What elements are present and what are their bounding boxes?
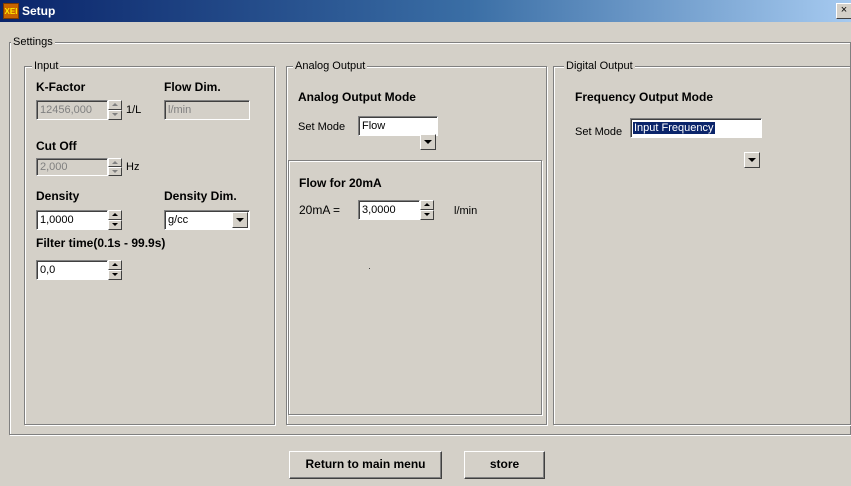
window-title: Setup — [22, 4, 56, 18]
chevron-down-icon[interactable] — [232, 212, 248, 228]
cut-off-input[interactable]: 2,000 — [36, 158, 108, 176]
k-factor-unit: 1/L — [126, 104, 142, 116]
spin-up-icon[interactable] — [420, 200, 434, 210]
spin-up-icon[interactable] — [108, 210, 122, 220]
ma-spinner[interactable] — [420, 200, 434, 220]
close-icon: × — [840, 4, 848, 16]
analog-set-mode-select[interactable]: Flow — [358, 116, 438, 136]
title-bar[interactable] — [0, 0, 851, 22]
ma-label: 20mA = — [299, 203, 341, 217]
k-factor-label: K-Factor — [36, 80, 86, 94]
analog-mode-title: Analog Output Mode — [298, 90, 416, 104]
digital-set-mode-select[interactable]: Input Frequency — [630, 118, 762, 138]
k-factor-spinner[interactable] — [108, 100, 122, 120]
cut-off-label: Cut Off — [36, 139, 77, 153]
flow-dim-label: Flow Dim. — [164, 80, 221, 94]
digital-output-legend: Digital Output — [564, 60, 635, 72]
spin-down-icon[interactable] — [420, 210, 434, 220]
cut-off-unit: Hz — [126, 161, 140, 173]
settings-legend: Settings — [11, 36, 55, 48]
density-spinner[interactable] — [108, 210, 122, 230]
chevron-down-icon[interactable] — [744, 152, 760, 168]
flow-20ma-title: Flow for 20mA — [299, 176, 382, 190]
analog-set-mode-value: Flow — [362, 120, 386, 132]
app-icon: XEI — [3, 3, 19, 19]
digital-set-mode-value: Input Frequency — [633, 122, 715, 134]
spin-down-icon[interactable] — [108, 167, 122, 176]
ma-unit: l/min — [454, 205, 478, 217]
filter-time-input[interactable]: 0,0 — [36, 260, 108, 280]
close-button[interactable]: × — [836, 3, 851, 19]
spin-up-icon[interactable] — [108, 260, 122, 270]
input-legend: Input — [32, 60, 61, 72]
spin-down-icon[interactable] — [108, 220, 122, 230]
analog-set-mode-label: Set Mode — [298, 121, 346, 133]
flow-20ma-panel — [288, 160, 542, 415]
store-button[interactable]: store — [464, 451, 545, 479]
spin-down-icon[interactable] — [108, 270, 122, 280]
ma-input[interactable]: 3,0000 — [358, 200, 420, 220]
digital-set-mode-label: Set Mode — [575, 126, 623, 138]
filter-time-label: Filter time(0.1s - 99.9s) — [36, 236, 166, 250]
frequency-mode-title: Frequency Output Mode — [575, 90, 713, 104]
analog-output-legend: Analog Output — [293, 60, 368, 72]
spin-up-icon[interactable] — [108, 100, 122, 110]
return-to-main-menu-button[interactable]: Return to main menu — [289, 451, 442, 479]
k-factor-input[interactable]: 12456,000 — [36, 100, 108, 120]
chevron-down-icon[interactable] — [420, 134, 436, 150]
stray-dot — [369, 268, 370, 269]
density-label: Density — [36, 189, 80, 203]
flow-dim-input[interactable]: l/min — [164, 100, 250, 120]
density-dim-value: g/cc — [168, 214, 189, 226]
spin-up-icon[interactable] — [108, 158, 122, 167]
filter-time-spinner[interactable] — [108, 260, 122, 280]
spin-down-icon[interactable] — [108, 110, 122, 120]
density-dim-label: Density Dim. — [164, 189, 237, 203]
density-input[interactable]: 1,0000 — [36, 210, 108, 230]
cut-off-spinner[interactable] — [108, 158, 122, 176]
